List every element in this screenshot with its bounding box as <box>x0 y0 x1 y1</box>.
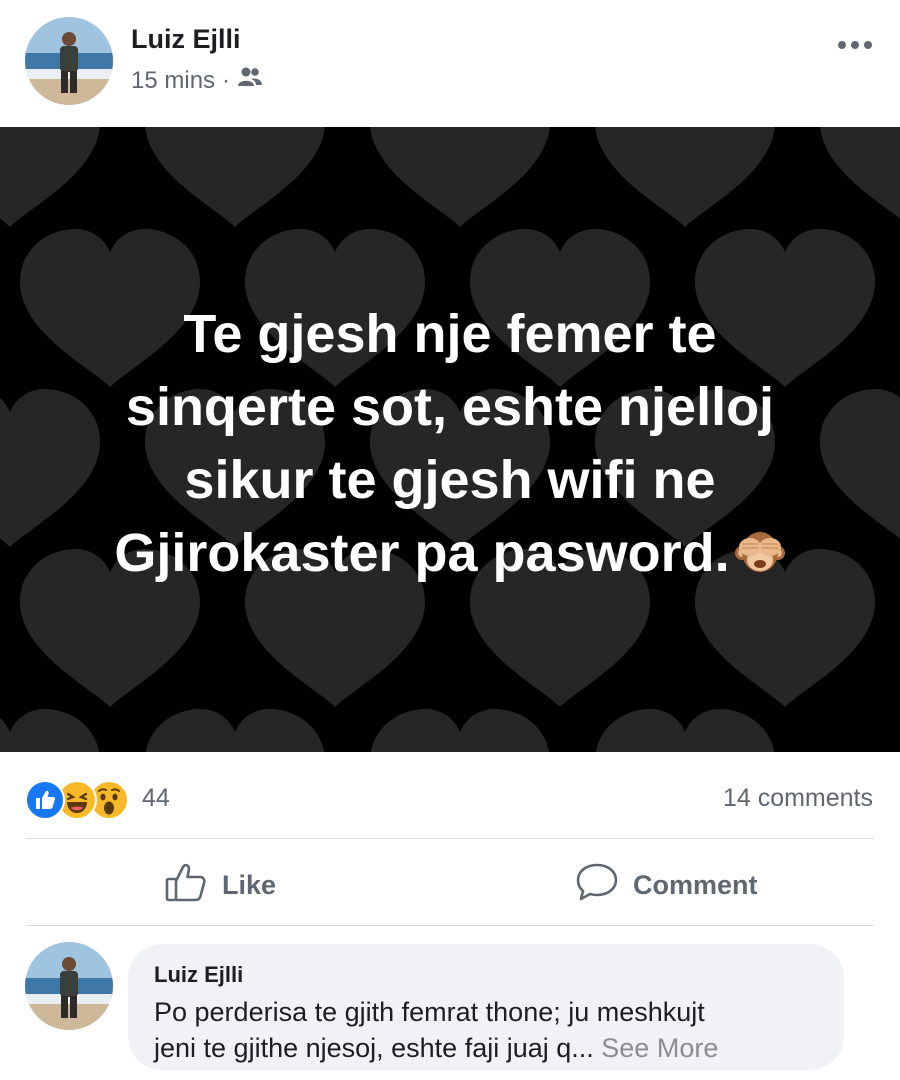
post-timestamp[interactable]: 15 mins <box>131 67 215 95</box>
divider <box>26 838 874 839</box>
author-avatar[interactable] <box>25 17 113 105</box>
like-label: Like <box>222 869 277 900</box>
quote-line-1: Te gjesh nje femer te <box>183 304 717 364</box>
see-more-link[interactable]: See More <box>601 1033 718 1063</box>
comment-text-line-1: Po perderisa te gjith femrat thone; ju m… <box>154 997 705 1027</box>
reactions-summary: 44 14 comments <box>0 770 900 830</box>
post-header: Luiz Ejlli 15 mins · <box>0 0 900 127</box>
comment-text: Po perderisa te gjith femrat thone; ju m… <box>154 994 834 1066</box>
comment-button[interactable]: Comment <box>575 855 758 915</box>
more-options-button[interactable] <box>830 30 880 60</box>
post-meta: 15 mins · <box>131 66 263 95</box>
comment-bubble-icon <box>575 861 619 910</box>
meta-separator: · <box>222 66 231 94</box>
see-no-evil-monkey-icon <box>734 523 786 596</box>
comment-text-line-2: jeni te gjithe njesoj, eshte faji juaj q… <box>154 1033 594 1063</box>
image-quote-text: Te gjesh nje femer te sinqerte sot, esht… <box>40 298 860 596</box>
author-name[interactable]: Luiz Ejlli <box>131 24 241 55</box>
quote-line-2: sinqerte sot, eshte njelloj <box>125 377 775 437</box>
comment-label: Comment <box>633 869 758 900</box>
like-button[interactable]: Like <box>164 855 276 915</box>
more-horizontal-icon <box>838 41 846 49</box>
commenter-name[interactable]: Luiz Ejlli <box>154 962 243 988</box>
commenter-avatar[interactable] <box>25 942 113 1030</box>
comments-count[interactable]: 14 comments <box>723 784 873 813</box>
quote-line-3: sikur te gjesh wifi ne <box>184 450 716 510</box>
friends-icon <box>237 66 263 95</box>
thumbs-up-icon <box>164 861 208 910</box>
like-reaction-icon <box>25 780 65 820</box>
comment-bubble[interactable]: Luiz Ejlli Po perderisa te gjith femrat … <box>128 944 844 1070</box>
comment-item: Luiz Ejlli Po perderisa te gjith femrat … <box>0 940 900 1080</box>
quote-line-4: Gjirokaster pa pasword. <box>114 523 730 583</box>
divider <box>26 925 874 926</box>
reactions-count[interactable]: 44 <box>142 784 170 813</box>
reaction-icons[interactable] <box>25 780 135 820</box>
